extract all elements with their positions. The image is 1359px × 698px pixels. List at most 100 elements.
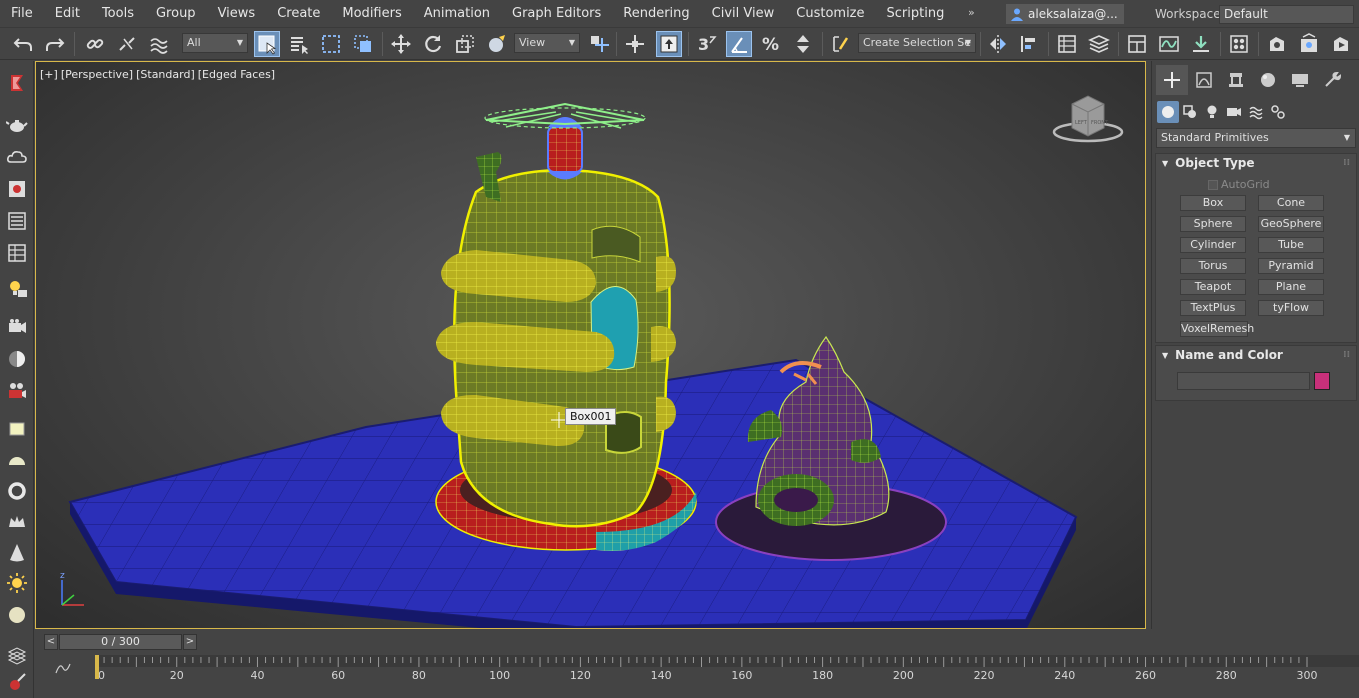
edit-named-selection-icon[interactable] <box>828 31 854 57</box>
app-logo-icon[interactable] <box>5 71 29 95</box>
ambient-occlusion-icon[interactable] <box>5 347 29 371</box>
menu-edit[interactable]: Edit <box>44 0 91 28</box>
align-icon[interactable] <box>1016 31 1042 57</box>
geometry-category-icon[interactable] <box>1157 101 1179 123</box>
move-icon[interactable] <box>388 31 414 57</box>
selection-filter-select[interactable]: All ▼ <box>182 33 248 53</box>
sphere-primitive-icon[interactable] <box>5 603 29 627</box>
time-slider-next-button[interactable]: > <box>183 634 197 650</box>
menu-group[interactable]: Group <box>145 0 207 28</box>
spinner-snap-icon[interactable] <box>790 31 816 57</box>
shapes-category-icon[interactable] <box>1179 101 1201 123</box>
toggle-ribbon-icon[interactable] <box>1124 31 1150 57</box>
menu-modifiers[interactable]: Modifiers <box>331 0 412 28</box>
name-and-color-header[interactable]: ▼ Name and Color ⁞⁞ <box>1156 346 1356 364</box>
create-tab-icon[interactable] <box>1156 65 1188 95</box>
object-name-input[interactable] <box>1177 372 1310 390</box>
track-view-icon[interactable] <box>5 241 29 265</box>
voxelremesh-button[interactable]: VoxelRemesh <box>1180 321 1254 337</box>
torus-icon[interactable] <box>5 479 29 503</box>
material-editor-icon[interactable] <box>1226 31 1252 57</box>
cone-button[interactable]: Cone <box>1258 195 1324 211</box>
viewport-menu-plus[interactable]: [+] <box>40 68 58 81</box>
cone-primitive-icon[interactable] <box>5 541 29 565</box>
geosphere-button[interactable]: GeoSphere <box>1258 216 1324 232</box>
systems-category-icon[interactable] <box>1267 101 1289 123</box>
mini-curve-editor-icon[interactable] <box>55 661 71 678</box>
dope-sheet-icon[interactable] <box>1188 31 1214 57</box>
window-crossing-icon[interactable] <box>350 31 376 57</box>
primitive-category-select[interactable]: Standard Primitives ▼ <box>1156 128 1356 148</box>
rendered-frame-window-icon[interactable] <box>1296 31 1322 57</box>
object-color-swatch[interactable] <box>1314 372 1330 390</box>
render-setup-icon[interactable] <box>1264 31 1290 57</box>
rotate-icon[interactable] <box>420 31 446 57</box>
menu-rendering[interactable]: Rendering <box>612 0 700 28</box>
cameras-category-icon[interactable] <box>1223 101 1245 123</box>
unlink-icon[interactable] <box>114 31 140 57</box>
percent-snap-icon[interactable]: % <box>758 31 784 57</box>
render-production-icon[interactable] <box>1328 31 1354 57</box>
select-manipulate-icon[interactable] <box>622 31 648 57</box>
select-by-name-icon[interactable] <box>286 31 312 57</box>
menu-customize[interactable]: Customize <box>785 0 875 28</box>
camera-icon[interactable] <box>5 315 29 339</box>
cylinder-button[interactable]: Cylinder <box>1180 237 1246 253</box>
autogrid-checkbox[interactable]: AutoGrid <box>1208 178 1270 191</box>
hierarchy-tab-icon[interactable] <box>1220 65 1252 95</box>
perspective-viewport[interactable]: z LEFT FRONT [+] [Perspective] [Standard][… <box>35 61 1146 629</box>
motion-tab-icon[interactable] <box>1252 65 1284 95</box>
scene-explorer-icon[interactable] <box>1054 31 1080 57</box>
track-bar[interactable]: 0 20 40 60 80 100 120 140 160 180 200 220 240 260 280 3… <box>35 655 1359 698</box>
angle-snap-icon[interactable] <box>726 31 752 57</box>
menu-graph-editors[interactable]: Graph Editors <box>501 0 612 28</box>
object-type-header[interactable]: ▼ Object Type ⁞⁞ <box>1156 154 1356 172</box>
modify-tab-icon[interactable] <box>1188 65 1220 95</box>
pyramid-button[interactable]: Pyramid <box>1258 258 1324 274</box>
viewport-display-mode[interactable]: [Edged Faces] <box>198 68 275 81</box>
undo-icon[interactable] <box>10 31 36 57</box>
menu-views[interactable]: Views <box>207 0 267 28</box>
sphere-button[interactable]: Sphere <box>1180 216 1246 232</box>
reference-coord-select[interactable]: View ▼ <box>514 33 580 53</box>
menu-scripting[interactable]: Scripting <box>876 0 956 28</box>
paint-tool-icon[interactable] <box>5 670 29 694</box>
render-frame-icon[interactable] <box>5 177 29 201</box>
hemisphere-icon[interactable] <box>5 449 29 473</box>
plane-button[interactable]: Plane <box>1258 279 1324 295</box>
curve-editor-icon[interactable] <box>1156 31 1182 57</box>
user-account-dropdown[interactable]: aleksalaiza@... <box>1006 4 1124 24</box>
keyboard-shortcut-override-icon[interactable] <box>656 31 682 57</box>
bind-space-warp-icon[interactable] <box>146 31 172 57</box>
schematic-icon[interactable] <box>5 209 29 233</box>
teapot-button[interactable]: Teapot <box>1180 279 1246 295</box>
teapot-icon[interactable] <box>5 113 29 137</box>
tyflow-button[interactable]: tyFlow <box>1258 300 1324 316</box>
utilities-tab-icon[interactable] <box>1316 65 1348 95</box>
redo-icon[interactable] <box>42 31 68 57</box>
mirror-icon[interactable] <box>985 31 1011 57</box>
viewport-point-of-view[interactable]: [Perspective] <box>61 68 133 81</box>
workspace-select[interactable]: Default <box>1219 5 1354 24</box>
placement-icon[interactable] <box>484 31 510 57</box>
sun-light-icon[interactable] <box>5 571 29 595</box>
rectangular-selection-icon[interactable] <box>318 31 344 57</box>
pivot-center-icon[interactable] <box>586 31 612 57</box>
layer-explorer-icon[interactable] <box>1086 31 1112 57</box>
viewport-shading[interactable]: [Standard] <box>136 68 195 81</box>
menu-file[interactable]: File <box>0 0 44 28</box>
grid-tool-icon[interactable] <box>5 644 29 668</box>
time-slider-thumb[interactable]: 0 / 300 <box>59 634 182 650</box>
light-lister-icon[interactable] <box>5 277 29 301</box>
menu-tools[interactable]: Tools <box>91 0 145 28</box>
crown-icon[interactable] <box>5 511 29 535</box>
menu-animation[interactable]: Animation <box>413 0 501 28</box>
helpers-category-icon[interactable] <box>1245 101 1267 123</box>
lights-category-icon[interactable] <box>1201 101 1223 123</box>
select-object-icon[interactable] <box>254 31 280 57</box>
snaps-toggle-icon[interactable]: 3 <box>694 31 720 57</box>
video-camera-icon[interactable] <box>5 379 29 403</box>
scale-icon[interactable] <box>452 31 478 57</box>
named-selection-set-select[interactable]: Create Selection Se ▼ <box>858 33 976 53</box>
time-slider-prev-button[interactable]: < <box>44 634 58 650</box>
